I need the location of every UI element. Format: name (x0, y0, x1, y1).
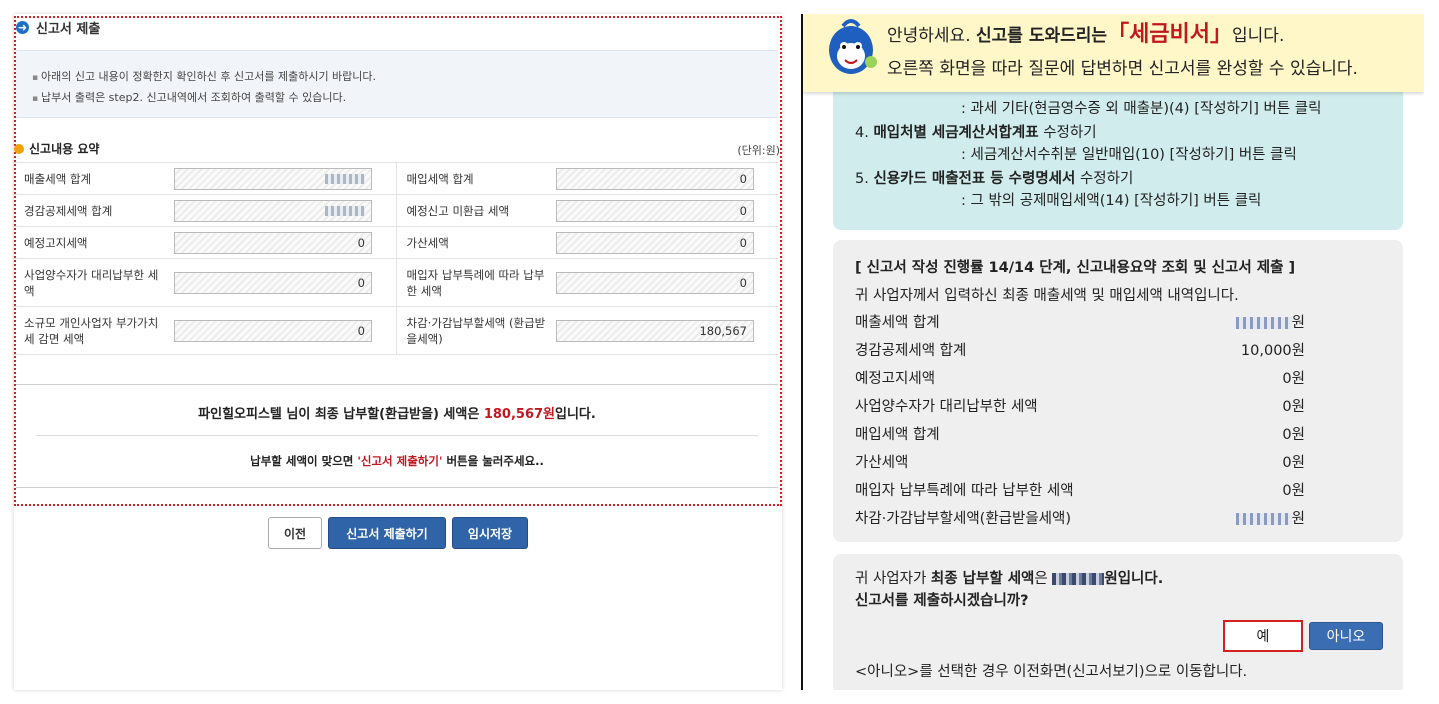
declaration-submit-panel: ➜ 신고서 제출 아래의 신고 내용이 정확한지 확인하신 후 신고서를 제출하… (14, 14, 782, 690)
summary-row: 경감공제세액 합계 10,000원 (855, 343, 1305, 359)
summary-row: 차감·가감납부할세액(환급받을세액) 원 (855, 511, 1305, 527)
row-label: 매출세액 합계 (14, 162, 166, 195)
amount-field: 0 (174, 319, 372, 342)
amount-field: 0 (174, 231, 372, 254)
summary-row: 매출세액 합계 원 (855, 315, 1305, 331)
progress-header: [ 신고서 작성 진행률 14/14 단계, 신고내용요약 조회 및 신고서 제… (855, 260, 1296, 276)
row-label: 경감공제세액 합계 (14, 194, 166, 227)
table-row: 예정고지세액 0 가산세액 0 (14, 226, 778, 259)
guide-sub: : 그 밖의 공제매입세액(14) [작성하기] 버튼 클릭 (961, 193, 1262, 209)
table-row: 경감공제세액 합계 예정신고 미환급 세액 0 (14, 194, 778, 227)
notice-box: 아래의 신고 내용이 정확한지 확인하신 후 신고서를 제출하시기 바랍니다. … (16, 50, 778, 118)
row-label: 차감·가감납부할세액 (환급받을세액) (395, 306, 548, 355)
notice-item: 납부서 출력은 step2. 신고내역에서 조회하여 출력할 수 있습니다. (32, 88, 778, 109)
masked-value (1235, 513, 1292, 525)
assistant-banner: 안녕하세요. 신고를 도와드리는「세금비서」입니다. 오른쪽 화면을 따라 질문… (803, 14, 1424, 92)
confirm-message: 귀 사업자가 최종 납부할 세액은 원입니다. (855, 571, 1164, 587)
tax-assistant-panel: 안녕하세요. 신고를 도와드리는「세금비서」입니다. 오른쪽 화면을 따라 질문… (803, 14, 1424, 690)
row-label: 소규모 개인사업자 부가가치세 감면 세액 (14, 306, 166, 355)
guide-sub: : 세금계산서수취분 일반매입(10) [작성하기] 버튼 클릭 (961, 147, 1297, 163)
masked-value (325, 174, 365, 184)
prev-button[interactable]: 이전 (268, 517, 322, 549)
guide-sub: : 과세 기타(현금영수증 외 매출분)(4) [작성하기] 버튼 클릭 (961, 101, 1322, 117)
row-label: 예정고지세액 (14, 226, 166, 259)
progress-description: 귀 사업자께서 입력하신 최종 매출세액 및 매입세액 내역입니다. (855, 288, 1239, 304)
unit-label: (단위:원) (737, 144, 780, 157)
row-label: 매입세액 합계 (395, 162, 548, 195)
table-row: 사업양수자가 대리납부한 세액 0 매입자 납부특례에 따라 납부한 세액 0 (14, 258, 778, 307)
masked-value (1052, 573, 1105, 585)
footnote: <아니오>를 선택한 경우 이전화면(신고서보기)으로 이동합니다. (855, 664, 1248, 680)
row-label: 사업양수자가 대리납부한 세액 (14, 258, 166, 307)
summary-row: 매입세액 합계 0원 (855, 427, 1305, 443)
table-row: 매출세액 합계 매입세액 합계 0 (14, 162, 778, 195)
final-tax-amount: 180,567원 (483, 407, 556, 422)
amount-field (174, 199, 372, 222)
masked-value (1235, 317, 1292, 329)
temp-save-button[interactable]: 임시저장 (452, 517, 528, 549)
row-label: 예정신고 미환급 세액 (395, 194, 548, 227)
amount-field: 0 (556, 199, 754, 222)
table-row: 소규모 개인사업자 부가가치세 감면 세액 0 차감·가감납부할세액 (환급받을… (14, 306, 778, 355)
confirm-question: 신고서를 제출하시겠습니까? (855, 593, 1029, 609)
amount-field: 0 (556, 167, 754, 190)
summary-table: 매출세액 합계 매입세액 합계 0 경감공제세액 합계 예정신고 미환급 세액 … (14, 162, 778, 355)
submit-declaration-button[interactable]: 신고서 제출하기 (328, 517, 446, 549)
confirm-box: 귀 사업자가 최종 납부할 세액은 원입니다. 신고서를 제출하시겠습니까? 예… (833, 554, 1403, 690)
final-tax-message: 파인힐오피스텔 님이 최종 납부할(환급받을) 세액은 180,567원입니다. (198, 407, 596, 422)
yes-button[interactable]: 예 (1223, 620, 1303, 652)
progress-summary-box: [ 신고서 작성 진행률 14/14 단계, 신고내용요약 조회 및 신고서 제… (833, 240, 1403, 542)
summary-row: 사업양수자가 대리납부한 세액 0원 (855, 399, 1305, 415)
action-buttons: 이전 신고서 제출하기 임시저장 (268, 517, 528, 549)
brand-name: 「세금비서」 (1107, 22, 1233, 47)
no-button[interactable]: 아니오 (1309, 622, 1383, 650)
notice-item: 아래의 신고 내용이 정확한지 확인하신 후 신고서를 제출하시기 바랍니다. (32, 67, 778, 88)
banner-instruction: 오른쪽 화면을 따라 질문에 답변하면 신고서를 완성할 수 있습니다. (887, 59, 1358, 79)
section-title: ➜ 신고서 제출 (16, 21, 101, 37)
row-label: 가산세액 (395, 226, 548, 259)
bullet-icon (14, 143, 24, 154)
summary-row: 예정고지세액 0원 (855, 371, 1305, 387)
divider (36, 435, 758, 436)
submit-instruction: 납부할 세액이 맞으면 '신고서 제출하기' 버튼을 눌러주세요.. (250, 454, 544, 468)
row-label: 매입자 납부특례에 따라 납부한 세액 (395, 258, 548, 307)
summary-title: 신고내용 요약 (14, 140, 99, 157)
banner-greeting: 안녕하세요. 신고를 도와드리는「세금비서」입니다. (887, 22, 1285, 47)
summary-row: 매입자 납부특례에 따라 납부한 세액 0원 (855, 483, 1305, 499)
mascot-icon (829, 19, 877, 74)
guide-step: 5. 신용카드 매출전표 등 수령명세서 수정하기 (855, 171, 1134, 187)
masked-value (325, 206, 365, 216)
amount-field: 0 (174, 271, 372, 294)
amount-field (174, 167, 372, 190)
edit-guide-box: : 과세 기타(현금영수증 외 매출분)(4) [작성하기] 버튼 클릭 4. … (833, 76, 1403, 230)
amount-field: 180,567 (556, 319, 754, 342)
result-box: 파인힐오피스텔 님이 최종 납부할(환급받을) 세액은 180,567원입니다.… (16, 384, 778, 488)
amount-field: 0 (556, 231, 754, 254)
arrow-circle-icon: ➜ (16, 21, 29, 34)
amount-field: 0 (556, 271, 754, 294)
guide-step: 4. 매입처별 세금계산서합계표 수정하기 (855, 125, 1097, 141)
summary-row: 가산세액 0원 (855, 455, 1305, 471)
